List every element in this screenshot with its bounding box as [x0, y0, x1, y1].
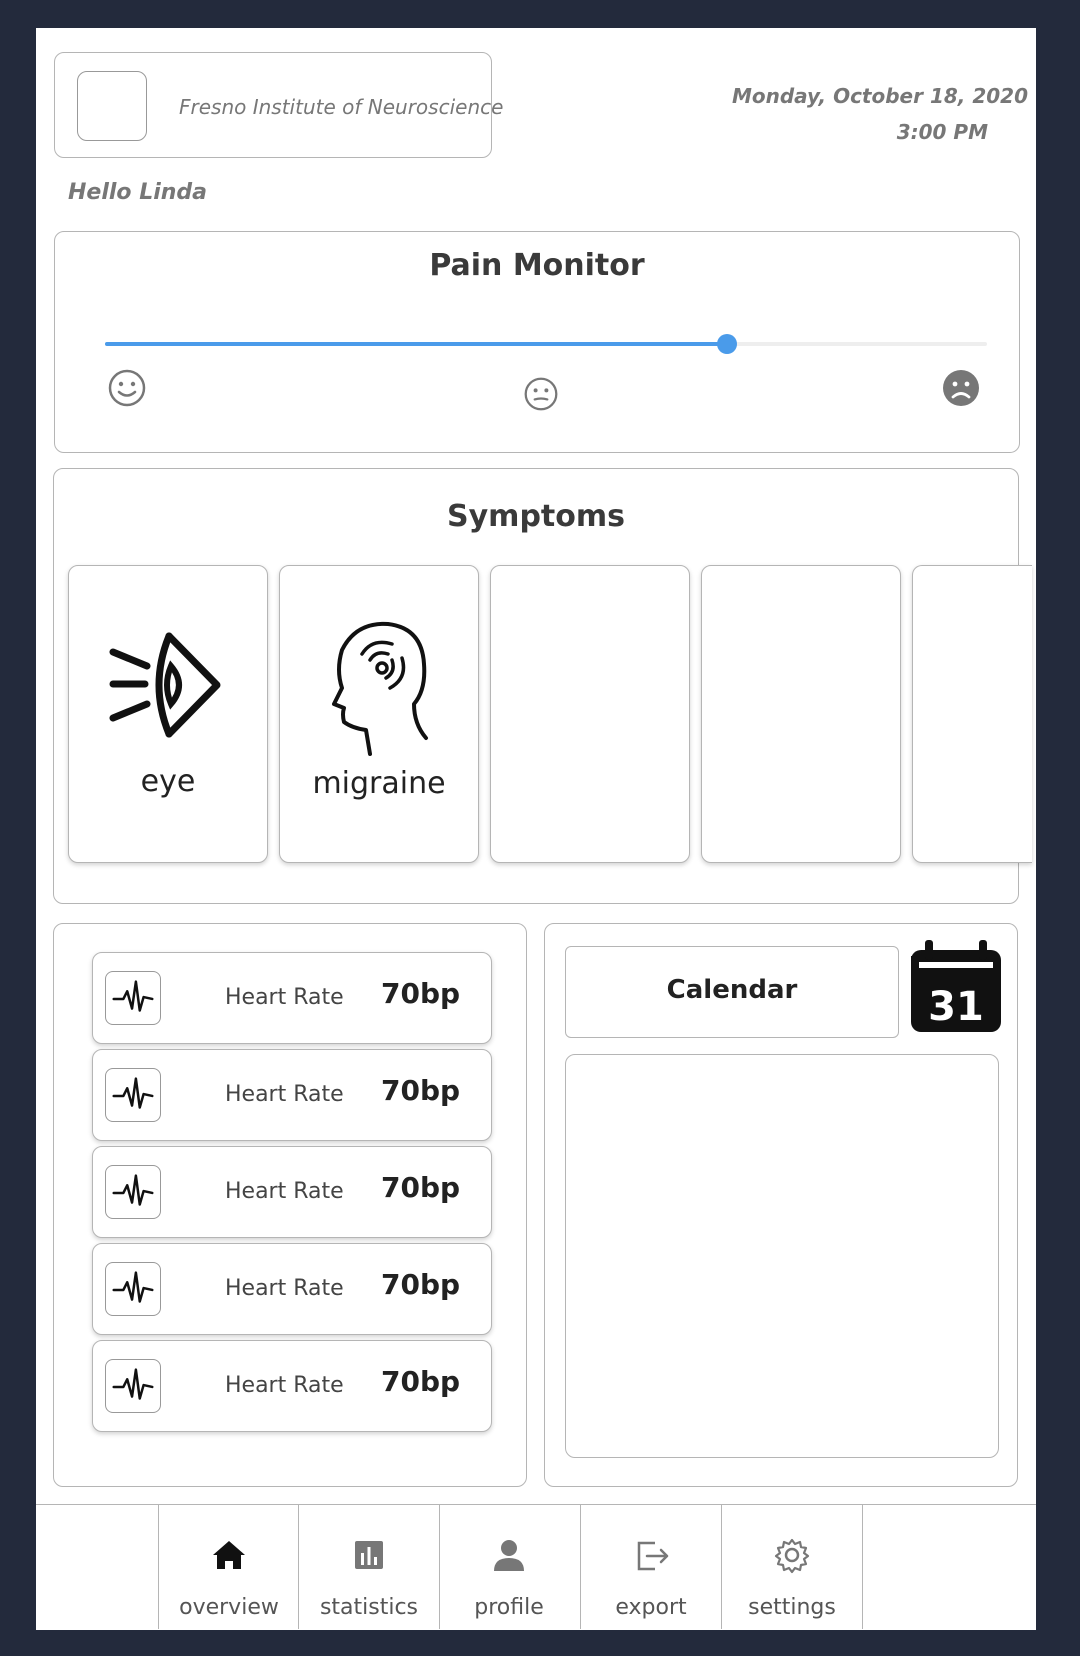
user-icon — [494, 1540, 524, 1571]
nav-label: statistics — [319, 1595, 419, 1620]
bar-chart-icon — [355, 1541, 383, 1569]
heartbeat-icon — [105, 1359, 161, 1413]
calendar-icon[interactable]: 31 — [909, 940, 1003, 1034]
vital-row[interactable]: Heart Rate 70bp — [92, 1049, 492, 1141]
nav-item-statistics[interactable]: statistics — [295, 1505, 443, 1629]
pain-slider[interactable] — [105, 334, 987, 354]
vital-row[interactable]: Heart Rate 70bp — [92, 952, 492, 1044]
symptom-tile-migraine[interactable]: migraine — [279, 565, 479, 863]
heartbeat-icon — [105, 1165, 161, 1219]
neutral-icon[interactable] — [523, 376, 559, 412]
vital-label: Heart Rate — [225, 1179, 344, 1203]
gear-icon — [774, 1538, 810, 1574]
vital-label: Heart Rate — [225, 1082, 344, 1106]
heartbeat-icon — [105, 1068, 161, 1122]
nav-item-profile[interactable]: profile — [435, 1505, 583, 1629]
calendar-icon-day: 31 — [928, 984, 984, 1030]
eye-icon — [109, 632, 221, 738]
calendar-card: Calendar 31 — [544, 923, 1018, 1487]
sad-icon[interactable] — [941, 368, 981, 408]
symptom-tile-empty[interactable] — [912, 565, 1032, 863]
symptom-tile-empty[interactable] — [490, 565, 690, 863]
smile-icon[interactable] — [107, 368, 147, 408]
nav-item-overview[interactable]: overview — [155, 1505, 303, 1629]
symptoms-card: Symptoms eye migraine — [53, 468, 1032, 904]
greeting: Hello Linda — [68, 180, 208, 205]
home-icon — [213, 1541, 245, 1569]
vital-label: Heart Rate — [225, 1276, 344, 1300]
nav-label: export — [615, 1595, 687, 1620]
pain-slider-thumb[interactable] — [716, 334, 737, 354]
symptom-tile-eye[interactable]: eye — [68, 565, 268, 863]
institution-name: Fresno Institute of Neuroscience — [179, 95, 504, 119]
symptom-label: eye — [140, 764, 196, 799]
vital-row[interactable]: Heart Rate 70bp — [92, 1146, 492, 1238]
heartbeat-icon — [105, 1262, 161, 1316]
vital-row[interactable]: Heart Rate 70bp — [92, 1340, 492, 1432]
vital-value: 70bp — [381, 1268, 461, 1301]
app-screen: Fresno Institute of Neuroscience Monday,… — [36, 28, 1036, 1630]
current-time: 3:00 PM — [896, 120, 988, 144]
vital-value: 70bp — [381, 977, 461, 1010]
vital-label: Heart Rate — [225, 985, 344, 1009]
vitals-card: Heart Rate 70bp Heart Rate 70bp Heart Rate 70… — [53, 923, 527, 1487]
vital-value: 70bp — [381, 1074, 461, 1107]
vital-value: 70bp — [381, 1365, 461, 1398]
export-icon — [637, 1541, 669, 1571]
calendar-button[interactable]: Calendar — [565, 946, 899, 1038]
nav-label: overview — [179, 1595, 279, 1620]
heartbeat-icon — [105, 971, 161, 1025]
vital-label: Heart Rate — [225, 1373, 344, 1397]
vital-row[interactable]: Heart Rate 70bp — [92, 1243, 492, 1335]
symptom-tile-empty[interactable] — [701, 565, 901, 863]
current-date: Monday, October 18, 2020 — [731, 84, 1028, 108]
nav-item-export[interactable]: export — [577, 1505, 725, 1629]
institution-header: Fresno Institute of Neuroscience — [54, 52, 503, 158]
bottom-nav: overview statistics profile export settings — [36, 1504, 1036, 1630]
nav-item-settings[interactable]: settings — [718, 1505, 866, 1629]
vital-value: 70bp — [381, 1171, 461, 1204]
pain-monitor-card: Pain Monitor — [54, 231, 1020, 453]
calendar-view[interactable] — [565, 1054, 999, 1458]
nav-label: profile — [474, 1595, 544, 1620]
pain-slider-fill — [105, 342, 727, 346]
symptom-label: migraine — [312, 766, 446, 801]
migraine-head-icon — [332, 621, 428, 756]
nav-label: settings — [748, 1595, 836, 1620]
pain-monitor-title: Pain Monitor — [429, 248, 645, 283]
logo-placeholder — [77, 71, 147, 141]
symptoms-title: Symptoms — [447, 499, 625, 534]
